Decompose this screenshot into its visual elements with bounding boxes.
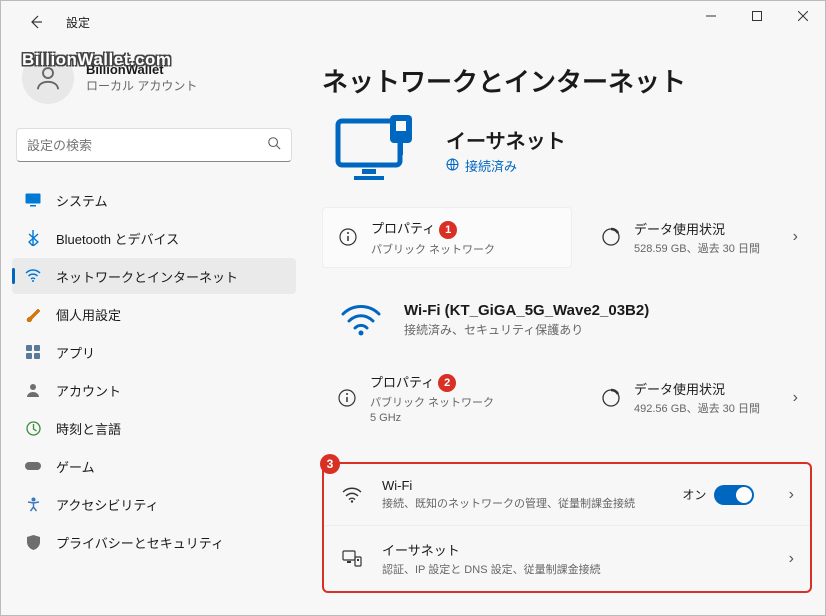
list-item-subtitle: 認証、IP 設定と DNS 設定、従量制課金接続 — [382, 561, 601, 577]
card-subtitle2: 5 GHz — [370, 412, 494, 424]
wifi-icon — [24, 267, 42, 285]
close-button[interactable] — [780, 0, 826, 32]
shield-icon — [24, 533, 42, 551]
card-subtitle: 492.56 GB、過去 30 日間 — [634, 400, 760, 416]
list-item-title: イーサネット — [382, 540, 601, 559]
card-subtitle: パブリック ネットワーク — [370, 394, 494, 410]
search-box[interactable] — [16, 128, 292, 162]
nav-label: 個人用設定 — [56, 305, 121, 324]
ethernet-monitor-icon — [334, 115, 422, 185]
chevron-right-icon: › — [783, 389, 798, 407]
apps-icon — [24, 343, 42, 361]
data-usage-icon — [600, 227, 622, 247]
info-icon — [336, 389, 358, 407]
nav-gaming[interactable]: ゲーム — [12, 448, 296, 484]
chevron-right-icon: › — [779, 550, 794, 568]
user-account-type: ローカル アカウント — [86, 77, 197, 94]
annotation-badge-2: 2 — [438, 374, 456, 392]
nav-label: Bluetooth とデバイス — [56, 229, 179, 248]
nav-label: アカウント — [56, 381, 121, 400]
wifi-connection-block: Wi-Fi (KT_GiGA_5G_Wave2_03B2) 接続済み、セキュリテ… — [322, 296, 812, 344]
ethernet-settings-item[interactable]: イーサネット 認証、IP 設定と DNS 設定、従量制課金接続 › — [324, 526, 810, 591]
card-subtitle: 528.59 GB、過去 30 日間 — [634, 240, 760, 256]
card-title: プロパティ — [371, 221, 435, 236]
list-item-title: Wi-Fi — [382, 478, 662, 493]
nav-label: システム — [56, 191, 108, 210]
chevron-right-icon: › — [779, 486, 794, 504]
wifi-name: Wi-Fi (KT_GiGA_5G_Wave2_03B2) — [404, 302, 649, 319]
nav-label: アプリ — [56, 343, 95, 362]
monitor-icon — [24, 191, 42, 209]
wifi-icon — [332, 304, 390, 336]
info-icon — [337, 228, 359, 246]
wifi-settings-item[interactable]: Wi-Fi 接続、既知のネットワークの管理、従量制課金接続 オン › — [324, 464, 810, 526]
nav-label: アクセシビリティ — [56, 495, 159, 514]
game-icon — [24, 457, 42, 475]
page-title: ネットワークとインターネット — [322, 62, 812, 99]
nav-system[interactable]: システム — [12, 182, 296, 218]
user-block[interactable]: BillionWallet ローカル アカウント BillionWallet.c… — [12, 44, 296, 112]
card-title: データ使用状況 — [634, 379, 760, 398]
clock-icon — [24, 419, 42, 437]
toggle-label: オン — [682, 486, 706, 503]
nav-time-language[interactable]: 時刻と言語 — [12, 410, 296, 446]
card-subtitle: パブリック ネットワーク — [371, 241, 495, 257]
ethernet-properties-card[interactable]: プロパティ 1 パブリック ネットワーク — [322, 207, 572, 268]
ethernet-title: イーサネット — [446, 125, 566, 154]
nav-personalization[interactable]: 個人用設定 — [12, 296, 296, 332]
accessibility-icon — [24, 495, 42, 513]
nav-accounts[interactable]: アカウント — [12, 372, 296, 408]
ethernet-icon — [340, 550, 364, 568]
nav-label: プライバシーとセキュリティ — [56, 533, 224, 552]
maximize-button[interactable] — [734, 0, 780, 32]
nav-network[interactable]: ネットワークとインターネット — [12, 258, 296, 294]
nav-apps[interactable]: アプリ — [12, 334, 296, 370]
wifi-toggle[interactable] — [714, 485, 754, 505]
nav-bluetooth[interactable]: Bluetooth とデバイス — [12, 220, 296, 256]
network-settings-list: 3 Wi-Fi 接続、既知のネットワークの管理、従量制課金接続 オン › イーサ… — [322, 462, 812, 593]
back-button[interactable] — [20, 6, 52, 38]
card-title: データ使用状況 — [634, 219, 760, 238]
nav-label: ゲーム — [56, 457, 95, 476]
wifi-data-usage-card[interactable]: データ使用状況 492.56 GB、過去 30 日間 › — [586, 369, 812, 427]
globe-icon — [446, 158, 459, 174]
chevron-right-icon: › — [783, 228, 798, 246]
annotation-badge-1: 1 — [439, 221, 457, 239]
nav-label: ネットワークとインターネット — [56, 267, 238, 286]
nav-label: 時刻と言語 — [56, 419, 121, 438]
minimize-button[interactable] — [688, 0, 734, 32]
wifi-icon — [340, 487, 364, 503]
person-icon — [24, 381, 42, 399]
app-title: 設定 — [66, 14, 90, 31]
ethernet-data-usage-card[interactable]: データ使用状況 528.59 GB、過去 30 日間 › — [586, 208, 812, 266]
wifi-status: 接続済み、セキュリティ保護あり — [404, 321, 649, 338]
brush-icon — [24, 305, 42, 323]
list-item-subtitle: 接続、既知のネットワークの管理、従量制課金接続 — [382, 495, 662, 511]
ethernet-status: 接続済み — [446, 156, 566, 175]
nav-privacy[interactable]: プライバシーとセキュリティ — [12, 524, 296, 560]
search-input[interactable] — [27, 138, 267, 153]
nav-accessibility[interactable]: アクセシビリティ — [12, 486, 296, 522]
search-icon — [267, 136, 281, 155]
watermark: BillionWallet.com — [22, 50, 172, 70]
annotation-badge-3: 3 — [320, 454, 340, 474]
bluetooth-icon — [24, 229, 42, 247]
ethernet-hero: イーサネット 接続済み — [322, 115, 812, 185]
data-usage-icon — [600, 388, 622, 408]
wifi-properties-card[interactable]: プロパティ 2 パブリック ネットワーク 5 GHz — [322, 362, 572, 435]
card-title: プロパティ — [370, 375, 434, 390]
